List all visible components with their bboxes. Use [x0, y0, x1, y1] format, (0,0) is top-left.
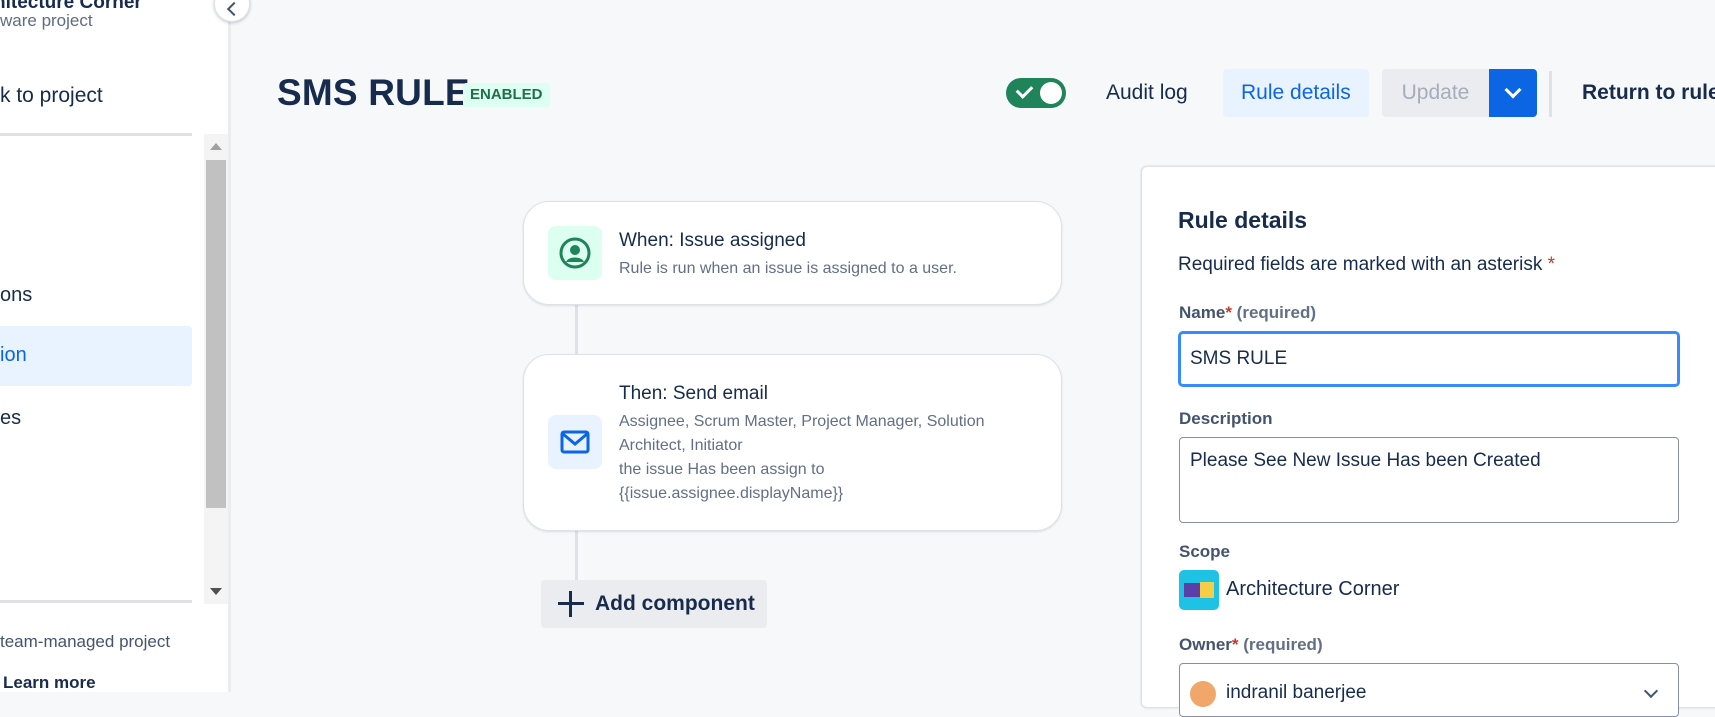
- project-avatar-icon: [1179, 570, 1219, 610]
- required-asterisk: *: [1231, 635, 1239, 654]
- scope-label: Scope: [1179, 542, 1231, 561]
- sidebar-item-automation[interactable]: ion: [0, 326, 192, 386]
- rule-details-button[interactable]: Rule details: [1223, 69, 1369, 117]
- chevron-down-icon: [1643, 683, 1659, 699]
- sidebar-item-integrations[interactable]: ons: [0, 284, 32, 307]
- flow-connector: [575, 529, 578, 581]
- flow-connector: [575, 304, 578, 356]
- action-title: Then: Send email: [619, 383, 768, 404]
- learn-more-link[interactable]: Learn more: [3, 673, 96, 692]
- rule-details-panel: Rule details Required fields are marked …: [1141, 166, 1715, 717]
- status-badge: ENABLED: [463, 83, 550, 107]
- owner-label: Owner* (required): [1179, 635, 1323, 655]
- plus-icon: [556, 589, 586, 619]
- scroll-up-icon[interactable]: [210, 143, 222, 150]
- required-asterisk: *: [1225, 303, 1232, 322]
- name-label-text: Name: [1179, 303, 1226, 322]
- checkmark-icon: [1015, 81, 1034, 99]
- description-textarea[interactable]: Please See New Issue Has been Created: [1179, 437, 1679, 523]
- action-recipients: Assignee, Scrum Master, Project Manager,…: [619, 413, 985, 454]
- header-divider: [1549, 71, 1552, 117]
- required-fields-note: Required fields are marked with an aster…: [1178, 254, 1555, 276]
- trigger-title: When: Issue assigned: [619, 230, 806, 251]
- audit-log-button[interactable]: Audit log: [1094, 69, 1200, 117]
- required-asterisk: *: [1547, 254, 1556, 275]
- team-managed-promo: team-managed project: [0, 632, 171, 651]
- update-options-button[interactable]: [1489, 69, 1537, 117]
- owner-label-text: Owner: [1179, 635, 1232, 654]
- sidebar-item-features[interactable]: es: [0, 407, 21, 430]
- sidebar-divider: [0, 133, 192, 136]
- email-icon: [548, 415, 602, 469]
- back-to-project-link[interactable]: k to project: [0, 84, 103, 108]
- return-to-rules-button[interactable]: Return to rule: [1572, 69, 1715, 117]
- required-hint: (required): [1236, 303, 1317, 322]
- add-component-button[interactable]: Add component: [541, 580, 767, 628]
- update-button[interactable]: Update: [1382, 69, 1489, 117]
- description-label: Description: [1179, 409, 1273, 428]
- project-sidebar: hitecture Corner ware project k to proje…: [0, 0, 231, 692]
- project-type: ware project: [0, 11, 93, 30]
- scroll-down-icon[interactable]: [210, 588, 222, 595]
- user-circle-icon: [548, 226, 602, 280]
- action-card[interactable]: Then: Send email Assignee, Scrum Master,…: [523, 354, 1062, 531]
- rule-name-input[interactable]: [1179, 332, 1679, 386]
- chevron-down-icon: [1504, 81, 1522, 99]
- action-body-line: the issue Has been assign to: [619, 461, 825, 478]
- name-label: Name* (required): [1179, 303, 1316, 323]
- sidebar-item-label: ion: [0, 344, 27, 366]
- toggle-knob: [1040, 82, 1062, 104]
- required-hint: (required): [1243, 635, 1323, 654]
- avatar: [1190, 681, 1216, 707]
- scrollbar-thumb[interactable]: [206, 160, 226, 508]
- action-body-line: {{issue.assignee.displayName}}: [619, 485, 844, 502]
- required-note-text: Required fields are marked with an aster…: [1178, 254, 1543, 275]
- rule-enabled-toggle[interactable]: [1006, 78, 1066, 108]
- trigger-description: Rule is run when an issue is assigned to…: [619, 260, 957, 277]
- owner-value: indranil banerjee: [1226, 682, 1367, 703]
- sidebar-divider: [0, 600, 192, 603]
- scope-value: Architecture Corner: [1226, 578, 1400, 600]
- page-title: SMS RULE: [277, 72, 470, 113]
- add-component-label: Add component: [595, 592, 755, 615]
- chevron-left-icon: [226, 1, 242, 17]
- trigger-card[interactable]: When: Issue assigned Rule is run when an…: [523, 201, 1062, 305]
- panel-title: Rule details: [1178, 207, 1308, 233]
- owner-select[interactable]: indranil banerjee: [1179, 663, 1679, 717]
